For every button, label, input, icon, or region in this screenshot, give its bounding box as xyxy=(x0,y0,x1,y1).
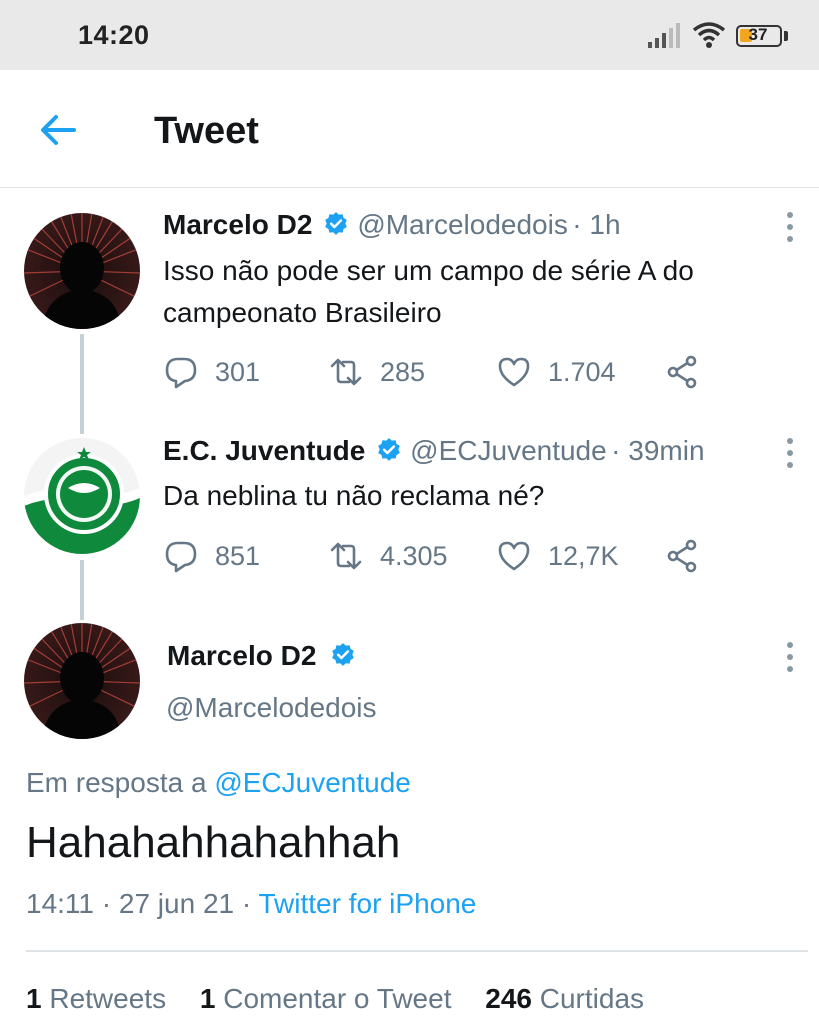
signal-icon xyxy=(648,23,680,48)
retweet-count: 285 xyxy=(380,356,426,387)
author-handle[interactable]: @Marcelodedois xyxy=(166,692,377,724)
page-title: Tweet xyxy=(154,110,259,152)
back-arrow-icon[interactable] xyxy=(36,110,82,150)
like-button[interactable]: 12,7K xyxy=(496,536,619,576)
verified-badge-icon xyxy=(325,212,347,235)
reply-context: Em resposta a @ECJuventude xyxy=(26,767,411,799)
source-link[interactable]: Twitter for iPhone xyxy=(258,888,476,919)
like-count: 1.704 xyxy=(548,356,616,387)
more-options-icon[interactable] xyxy=(778,208,802,248)
avatar-image xyxy=(24,213,140,329)
share-button[interactable] xyxy=(665,536,717,576)
tweet-text: Da neblina tu não reclama né? xyxy=(163,480,545,511)
battery-icon: 37 xyxy=(736,25,782,47)
battery-level: 37 xyxy=(748,25,768,44)
reply-button[interactable]: 851 xyxy=(163,536,260,576)
status-bar: 14:20 37 xyxy=(0,0,819,70)
focus-author: Marcelo D2 xyxy=(167,640,360,672)
more-options-icon[interactable] xyxy=(778,638,802,678)
reply-count: 851 xyxy=(215,540,261,571)
verified-badge-icon xyxy=(377,438,400,461)
status-time: 14:20 xyxy=(78,20,150,50)
retweets-count: 1 xyxy=(26,983,42,1014)
retweets-stat[interactable]: 1 Retweets xyxy=(26,983,166,1014)
retweet-button[interactable]: 4.305 xyxy=(328,536,448,576)
retweet-icon xyxy=(330,358,362,386)
comments-stat[interactable]: 1 Comentar o Tweet xyxy=(200,983,452,1014)
reply-handle-link[interactable]: @ECJuventude xyxy=(214,767,411,798)
share-icon xyxy=(667,355,697,389)
like-count: 12,7K xyxy=(548,540,619,571)
author-name[interactable]: Marcelo D2 xyxy=(167,640,316,671)
author-name[interactable]: Marcelo D2 xyxy=(163,209,312,240)
reply-button[interactable]: 301 xyxy=(163,352,260,392)
comments-label: Comentar o Tweet xyxy=(223,983,452,1014)
thread-line xyxy=(80,334,84,434)
engagement-stats: 1 Retweets 1 Comentar o Tweet 246 Curtid… xyxy=(26,983,670,1015)
likes-stat[interactable]: 246 Curtidas xyxy=(485,983,644,1014)
avatar-image xyxy=(24,438,140,554)
author-handle[interactable]: @Marcelodedois xyxy=(357,209,568,240)
avatar-marcelo-d2[interactable] xyxy=(24,213,140,329)
tweet-timestamp: 14:11 · 27 jun 21 · Twitter for iPhone xyxy=(26,888,476,920)
likes-label: Curtidas xyxy=(539,983,645,1014)
timestamp-text: 14:11 · 27 jun 21 · xyxy=(26,888,252,919)
wifi-icon xyxy=(692,22,726,48)
avatar-marcelo-d2[interactable] xyxy=(24,623,140,739)
comments-count: 1 xyxy=(199,983,216,1014)
thread-line xyxy=(80,560,84,620)
share-button[interactable] xyxy=(665,352,717,392)
app-header: Tweet xyxy=(0,70,819,188)
reply-prefix: Em resposta a xyxy=(26,767,207,798)
author-name[interactable]: E.C. Juventude xyxy=(163,435,365,466)
reply-icon xyxy=(165,357,197,389)
retweet-count: 4.305 xyxy=(380,540,448,571)
retweet-icon xyxy=(330,542,362,570)
retweet-button[interactable]: 285 xyxy=(328,352,425,392)
avatar-image xyxy=(24,623,140,739)
focus-tweet-text: Hahahahhahahhah xyxy=(26,818,401,867)
share-icon xyxy=(667,539,697,573)
retweets-label: Retweets xyxy=(49,983,167,1014)
like-icon xyxy=(498,541,530,571)
like-button[interactable]: 1.704 xyxy=(496,352,616,392)
likes-count: 246 xyxy=(485,983,532,1014)
more-options-icon[interactable] xyxy=(778,434,802,474)
author-handle[interactable]: @ECJuventude xyxy=(410,435,607,466)
tweet-actions: 301 285 1.704 xyxy=(163,352,723,392)
battery-tip xyxy=(784,31,788,41)
reply-count: 301 xyxy=(215,356,261,387)
tweet-time: · 1h xyxy=(572,209,621,240)
like-icon xyxy=(498,357,530,387)
tweet-header: E.C. Juventude @ECJuventude · 39min xyxy=(163,435,705,467)
reply-icon xyxy=(165,541,197,573)
divider xyxy=(26,950,808,952)
tweet-actions: 851 4.305 12,7K xyxy=(163,536,723,576)
verified-badge-icon xyxy=(332,643,355,666)
tweet-header: Marcelo D2 @Marcelodedois · 1h xyxy=(163,209,621,241)
tweet-text: Isso não pode ser um campo de série A do… xyxy=(163,255,694,328)
avatar-ec-juventude[interactable] xyxy=(24,438,140,554)
tweet-time: · 39min xyxy=(611,435,705,466)
